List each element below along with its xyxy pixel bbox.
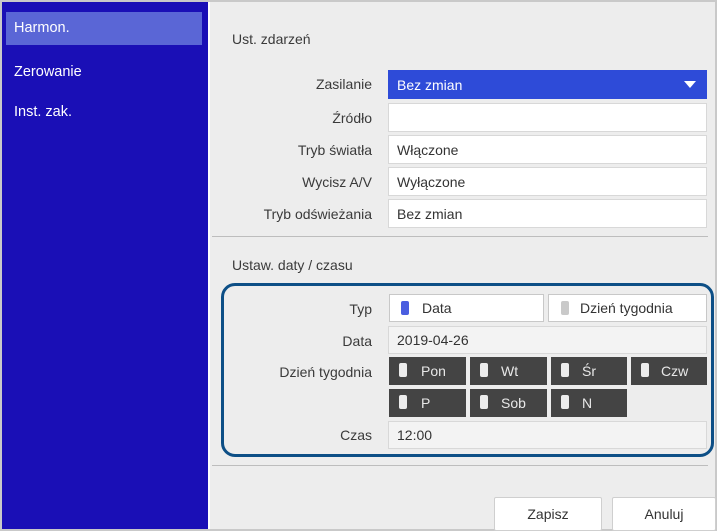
day-label: Sob <box>501 395 526 411</box>
sidebar-item-zerowanie[interactable]: Zerowanie <box>6 56 202 89</box>
sidebar: Harmon. Zerowanie Inst. zak. <box>2 2 208 529</box>
radio-indicator-icon <box>401 301 409 315</box>
section-title-events: Ust. zdarzeń <box>232 31 311 47</box>
type-option-weekday[interactable]: Dzień tygodnia <box>548 294 707 322</box>
section-title-datetime: Ustaw. daty / czasu <box>232 257 353 273</box>
day-toggle-icon <box>399 363 407 377</box>
type-option-weekday-label: Dzień tygodnia <box>580 300 673 316</box>
day-toggle-icon <box>480 363 488 377</box>
day-toggle-icon <box>399 395 407 409</box>
day-toggle-icon <box>641 363 649 377</box>
label-refresh-mode: Tryb odświeżania <box>263 206 372 222</box>
label-source: Źródło <box>332 110 372 126</box>
power-dropdown[interactable]: Bez zmian <box>388 70 707 99</box>
label-weekday: Dzień tygodnia <box>279 364 372 380</box>
refresh-mode-value: Bez zmian <box>397 206 463 222</box>
day-button-sr[interactable]: Śr <box>551 357 627 385</box>
date-value: 2019-04-26 <box>397 332 469 348</box>
day-label: Pon <box>421 363 446 379</box>
day-label: P <box>421 395 431 411</box>
label-date: Data <box>342 333 372 349</box>
av-mute-value: Wyłączone <box>397 174 466 190</box>
chevron-down-icon <box>684 81 696 88</box>
day-button-czw[interactable]: Czw <box>631 357 707 385</box>
day-button-sob[interactable]: Sob <box>470 389 547 417</box>
day-toggle-icon <box>561 395 569 409</box>
day-label: Śr <box>582 363 596 379</box>
av-mute-field[interactable]: Wyłączone <box>388 167 707 196</box>
day-toggle-icon <box>561 363 569 377</box>
sidebar-item-inst-zak[interactable]: Inst. zak. <box>6 96 202 129</box>
day-toggle-icon <box>480 395 488 409</box>
label-av-mute: Wycisz A/V <box>302 174 372 190</box>
light-mode-field[interactable]: Włączone <box>388 135 707 164</box>
day-button-pon[interactable]: Pon <box>389 357 466 385</box>
day-label: Wt <box>501 363 519 379</box>
day-button-n[interactable]: N <box>551 389 627 417</box>
time-value: 12:00 <box>397 427 433 443</box>
day-label: N <box>582 395 593 411</box>
day-button-wt[interactable]: Wt <box>470 357 547 385</box>
cancel-button[interactable]: Anuluj <box>612 497 716 531</box>
radio-indicator-icon <box>561 301 569 315</box>
section-divider <box>212 236 708 237</box>
sidebar-item-label: Harmon. <box>14 20 70 36</box>
sidebar-item-harmon[interactable]: Harmon. <box>6 12 202 45</box>
power-value: Bez zmian <box>397 77 463 93</box>
date-field[interactable]: 2019-04-26 <box>388 326 707 354</box>
refresh-mode-field[interactable]: Bez zmian <box>388 199 707 228</box>
type-option-date[interactable]: Data <box>389 294 544 322</box>
footer-divider <box>212 465 708 466</box>
source-field[interactable] <box>388 103 707 132</box>
day-label: Czw <box>661 363 689 379</box>
label-light-mode: Tryb światła <box>297 142 372 158</box>
save-button[interactable]: Zapisz <box>494 497 602 531</box>
label-power: Zasilanie <box>315 76 372 92</box>
sidebar-item-label: Zerowanie <box>14 64 82 80</box>
time-field[interactable]: 12:00 <box>388 421 707 449</box>
type-option-date-label: Data <box>422 300 452 316</box>
sidebar-item-label: Inst. zak. <box>14 104 73 120</box>
day-button-p[interactable]: P <box>389 389 466 417</box>
label-type: Typ <box>349 301 372 317</box>
light-mode-value: Włączone <box>397 142 459 158</box>
label-time: Czas <box>340 427 372 443</box>
